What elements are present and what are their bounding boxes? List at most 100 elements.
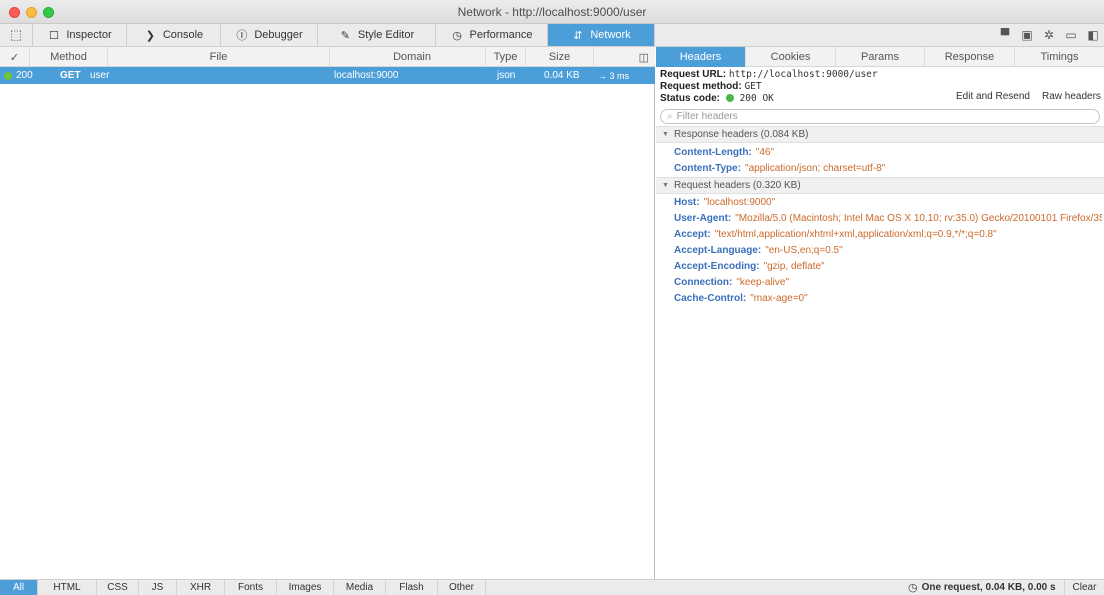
request-method-value: GET bbox=[744, 81, 762, 92]
header-row: Host: "localhost:9000" bbox=[674, 195, 1102, 210]
header-row: Connection: "keep-alive" bbox=[674, 275, 1102, 290]
header-name: Accept-Language: bbox=[674, 245, 762, 256]
header-row: Accept: "text/html,application/xhtml+xml… bbox=[674, 227, 1102, 242]
responsive-mode-icon[interactable]: ▣ bbox=[1016, 28, 1038, 42]
tab-cookies[interactable]: Cookies bbox=[746, 47, 836, 67]
section-title: Response headers (0.084 KB) bbox=[673, 129, 809, 140]
dock-side-icon[interactable]: ◧ bbox=[1082, 28, 1104, 42]
header-name: Cache-Control: bbox=[674, 293, 747, 304]
header-value: "keep-alive" bbox=[736, 277, 790, 288]
raw-headers-button[interactable]: Raw headers bbox=[1042, 88, 1101, 104]
filter-flash-button[interactable]: Flash bbox=[386, 580, 438, 595]
tab-label: Network bbox=[590, 29, 631, 41]
request-url-value: http://localhost:9000/user bbox=[728, 69, 878, 80]
triangle-down-icon: ▼ bbox=[662, 131, 669, 138]
filter-headers-field[interactable]: ⌕ bbox=[660, 109, 1100, 124]
filter-media-button[interactable]: Media bbox=[334, 580, 386, 595]
network-summary[interactable]: ◷ One request, 0.04 KB, 0.00 s bbox=[908, 580, 1056, 595]
column-type[interactable]: Type bbox=[486, 47, 526, 67]
request-details-pane: Headers Cookies Params Response Timings … bbox=[656, 47, 1104, 579]
column-status[interactable]: ✓ bbox=[0, 47, 30, 67]
tab-headers[interactable]: Headers bbox=[656, 47, 746, 67]
tab-network[interactable]: ⇵ Network bbox=[548, 24, 655, 46]
file-cell: user bbox=[90, 70, 110, 81]
tab-timings[interactable]: Timings bbox=[1015, 47, 1104, 67]
header-row: Accept-Encoding: "gzip, deflate" bbox=[674, 259, 1102, 274]
clear-button[interactable]: Clear bbox=[1064, 580, 1104, 595]
tab-label: Debugger bbox=[254, 29, 303, 41]
filter-fonts-button[interactable]: Fonts bbox=[225, 580, 277, 595]
search-icon: ⌕ bbox=[667, 111, 673, 122]
header-value: "gzip, deflate" bbox=[763, 261, 825, 272]
request-summary: Request URL: http://localhost:9000/user … bbox=[660, 69, 1100, 105]
header-value: "text/html,application/xhtml+xml,applica… bbox=[714, 229, 997, 240]
header-row: User-Agent: "Mozilla/5.0 (Macintosh; Int… bbox=[674, 211, 1102, 226]
header-name: User-Agent: bbox=[674, 213, 732, 224]
pick-element-button[interactable]: ⬚ bbox=[0, 24, 33, 46]
inspector-icon: ☐ bbox=[48, 29, 59, 42]
filter-headers-input[interactable] bbox=[676, 111, 1077, 122]
tab-response[interactable]: Response bbox=[925, 47, 1015, 67]
header-name: Content-Length: bbox=[674, 147, 752, 158]
header-name: Accept-Encoding: bbox=[674, 261, 760, 272]
request-method-line: Request method: GET bbox=[660, 81, 1100, 93]
table-row[interactable]: 200 GET user localhost:9000 json 0.04 KB… bbox=[0, 67, 655, 84]
dock-window-icon[interactable]: ▭ bbox=[1060, 28, 1082, 42]
header-row: Accept-Language: "en-US,en;q=0.5" bbox=[674, 243, 1102, 258]
filter-xhr-button[interactable]: XHR bbox=[177, 580, 225, 595]
console-icon: ❯ bbox=[145, 29, 155, 42]
request-url-label: Request URL: bbox=[660, 69, 727, 80]
column-waterfall[interactable]: ◫ bbox=[594, 47, 655, 67]
details-tabbar: Headers Cookies Params Response Timings bbox=[656, 47, 1104, 67]
tab-label: Console bbox=[162, 29, 204, 41]
filter-other-button[interactable]: Other bbox=[438, 580, 486, 595]
pick-element-icon: ⬚ bbox=[9, 27, 23, 42]
header-value: "localhost:9000" bbox=[703, 197, 776, 208]
tab-console[interactable]: ❯ Console bbox=[127, 24, 221, 46]
column-method[interactable]: Method bbox=[30, 47, 108, 67]
split-console-icon[interactable]: ▀ bbox=[994, 28, 1016, 42]
header-value: "46" bbox=[755, 147, 774, 158]
status-code-line: Status code: 200 OK bbox=[660, 93, 1100, 105]
filter-all-button[interactable]: All bbox=[0, 580, 38, 595]
status-dot-icon bbox=[725, 94, 734, 102]
section-title: Request headers (0.320 KB) bbox=[673, 180, 801, 191]
request-url-line: Request URL: http://localhost:9000/user bbox=[660, 69, 1100, 81]
status-dot-icon bbox=[4, 71, 12, 80]
tab-performance[interactable]: ◷ Performance bbox=[436, 24, 548, 46]
column-file[interactable]: File bbox=[108, 47, 330, 67]
tab-label: Performance bbox=[469, 29, 533, 41]
toolbox-tabbar: ⬚ ☐ Inspector ❯ Console Ⓘ Debugger ✎ Sty… bbox=[0, 24, 1104, 47]
request-method-label: Request method: bbox=[660, 81, 742, 92]
style-editor-icon: ✎ bbox=[340, 29, 350, 42]
performance-icon: ◷ bbox=[452, 29, 462, 42]
tab-params[interactable]: Params bbox=[836, 47, 925, 67]
tab-style-editor[interactable]: ✎ Style Editor bbox=[318, 24, 436, 46]
debugger-icon: Ⓘ bbox=[236, 30, 248, 42]
header-name: Accept: bbox=[674, 229, 711, 240]
column-size[interactable]: Size bbox=[526, 47, 594, 67]
gear-icon[interactable]: ✲ bbox=[1038, 28, 1060, 42]
header-value: "Mozilla/5.0 (Macintosh; Intel Mac OS X … bbox=[735, 213, 1102, 224]
filter-images-button[interactable]: Images bbox=[277, 580, 334, 595]
tab-inspector[interactable]: ☐ Inspector bbox=[33, 24, 127, 46]
request-list-header: ✓ Method File Domain Type Size ◫ bbox=[0, 47, 655, 67]
filter-css-button[interactable]: CSS bbox=[97, 580, 139, 595]
filter-html-button[interactable]: HTML bbox=[38, 580, 97, 595]
type-cell: json bbox=[497, 70, 516, 81]
filter-js-button[interactable]: JS bbox=[139, 580, 177, 595]
header-row: Cache-Control: "max-age=0" bbox=[674, 291, 1102, 306]
edit-and-resend-button[interactable]: Edit and Resend bbox=[956, 88, 1030, 104]
tab-debugger[interactable]: Ⓘ Debugger bbox=[221, 24, 318, 46]
header-row: Content-Length: "46" bbox=[674, 145, 1102, 160]
toolbox-actions: ▀ ▣ ✲ ▭ ◧ bbox=[994, 24, 1104, 46]
request-headers-section[interactable]: ▼ Request headers (0.320 KB) bbox=[656, 177, 1104, 194]
column-domain[interactable]: Domain bbox=[330, 47, 486, 67]
header-value: "application/json; charset=utf-8" bbox=[745, 163, 886, 174]
domain-cell: localhost:9000 bbox=[334, 70, 399, 81]
header-name: Host: bbox=[674, 197, 700, 208]
header-name: Content-Type: bbox=[674, 163, 742, 174]
window-title: Network - http://localhost:9000/user bbox=[457, 5, 647, 19]
status-code-value: 200 OK bbox=[739, 93, 774, 104]
response-headers-section[interactable]: ▼ Response headers (0.084 KB) bbox=[656, 126, 1104, 143]
